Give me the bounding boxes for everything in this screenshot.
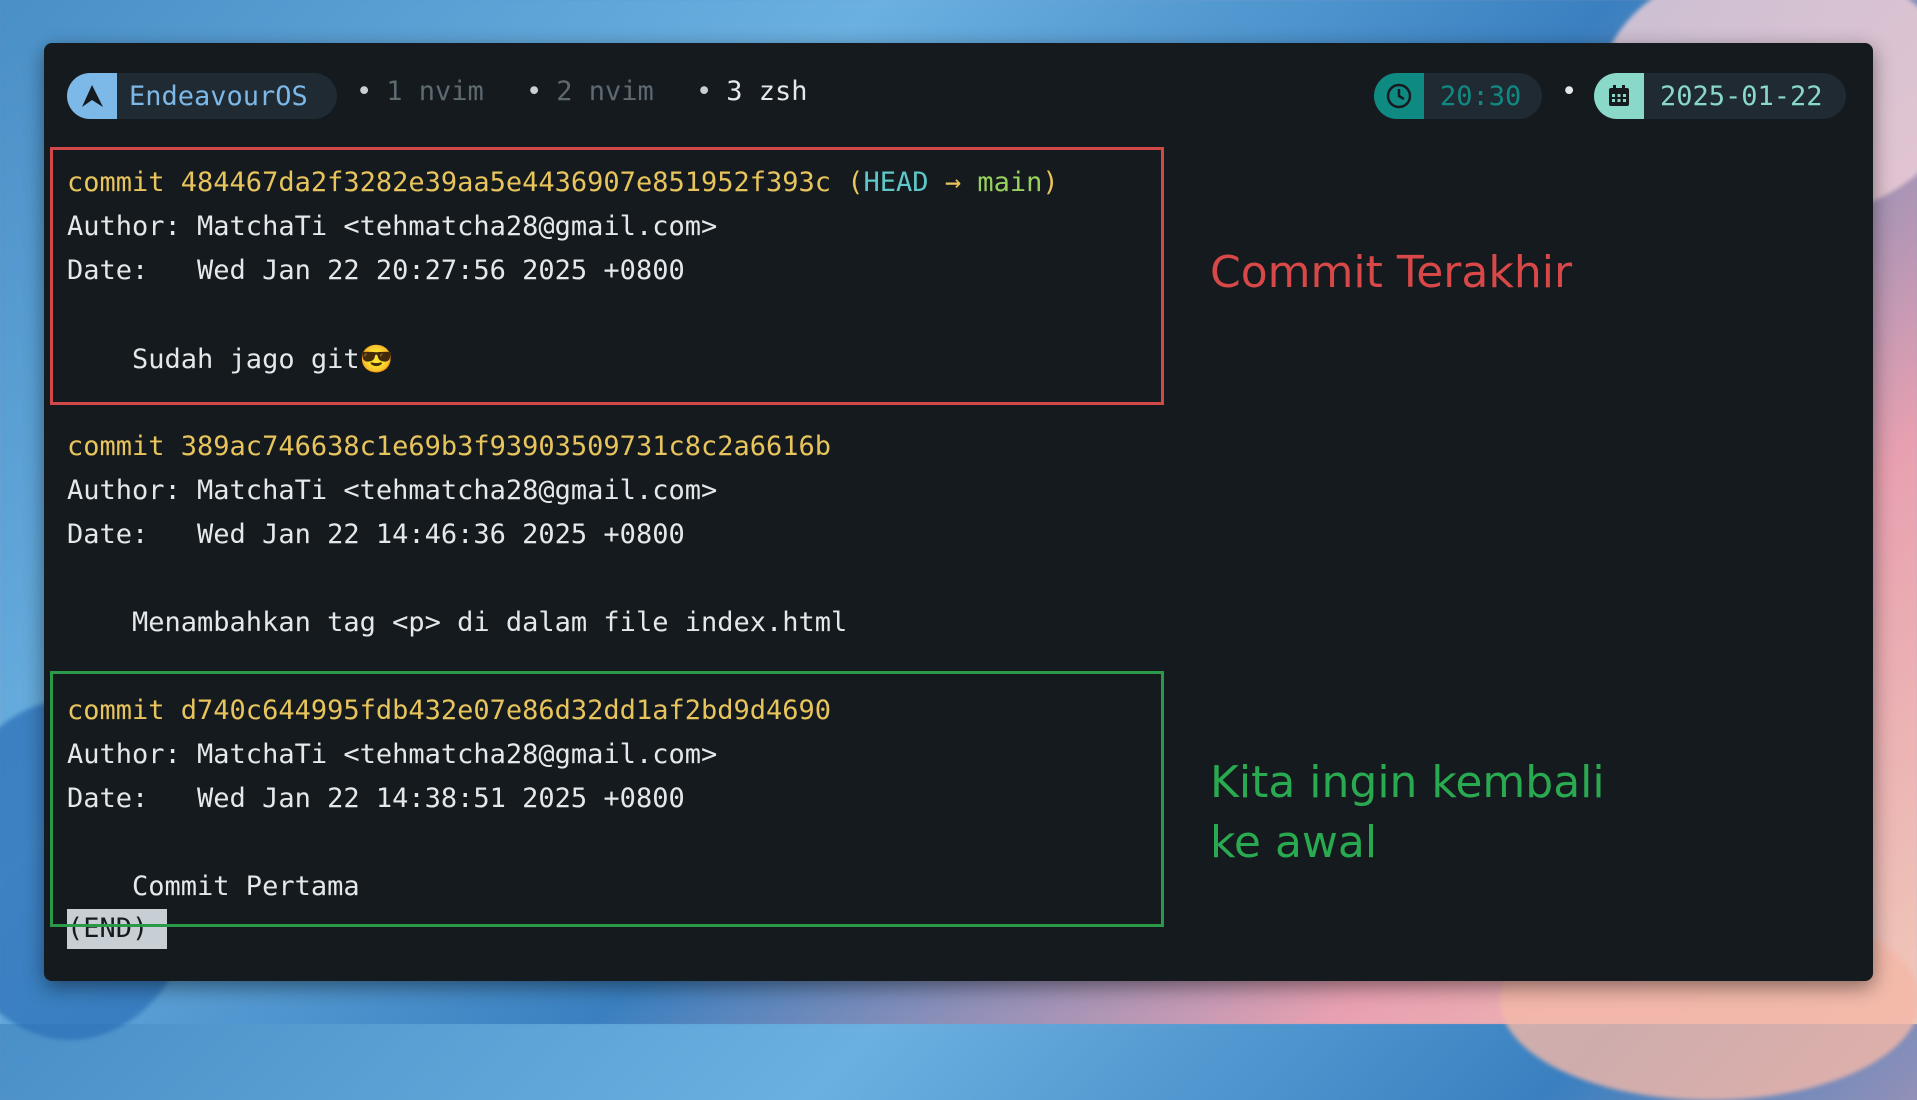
- terminal-window[interactable]: EndeavourOS • 1 nvim • 2 nvim • 3 zsh 20:30…: [44, 43, 1873, 981]
- os-badge: EndeavourOS: [67, 73, 337, 119]
- calendar-icon: [1594, 73, 1644, 119]
- tab-label: 1 nvim: [386, 76, 484, 107]
- date-widget: 2025-01-22: [1594, 73, 1846, 119]
- tab-2-nvim[interactable]: • 2 nvim: [526, 76, 654, 107]
- first-commit-highlight-box: [50, 671, 1164, 927]
- time-text: 20:30: [1440, 80, 1522, 112]
- commit-hash-line[interactable]: commit 389ac746638c1e69b3f93903509731c8c…: [67, 431, 831, 462]
- latest-commit-highlight-box: [50, 147, 1164, 405]
- goal-annotation: Kita ingin kembali ke awal: [1210, 757, 1605, 868]
- commit-message: Menambahkan tag <p> di dalam file index.…: [67, 607, 848, 638]
- separator-dot: •: [1561, 76, 1578, 107]
- tab-label: 2 nvim: [556, 76, 654, 107]
- endeavouros-logo-icon: [67, 73, 117, 119]
- tab-3-zsh[interactable]: • 3 zsh: [696, 76, 808, 107]
- tab-label: 3 zsh: [726, 76, 808, 107]
- clock-icon: [1374, 73, 1424, 119]
- tab-1-nvim[interactable]: • 1 nvim: [356, 76, 484, 107]
- commit-author: Author: MatchaTi <tehmatcha28@gmail.com>: [67, 475, 718, 506]
- tmux-status-bar: EndeavourOS • 1 nvim • 2 nvim • 3 zsh 20:30…: [44, 43, 1873, 148]
- os-name: EndeavourOS: [129, 80, 308, 112]
- clock-widget: 20:30: [1374, 73, 1542, 119]
- commit-date: Date: Wed Jan 22 14:46:36 2025 +0800: [67, 519, 685, 550]
- date-text: 2025-01-22: [1660, 80, 1823, 112]
- latest-commit-annotation: Commit Terakhir: [1210, 247, 1573, 298]
